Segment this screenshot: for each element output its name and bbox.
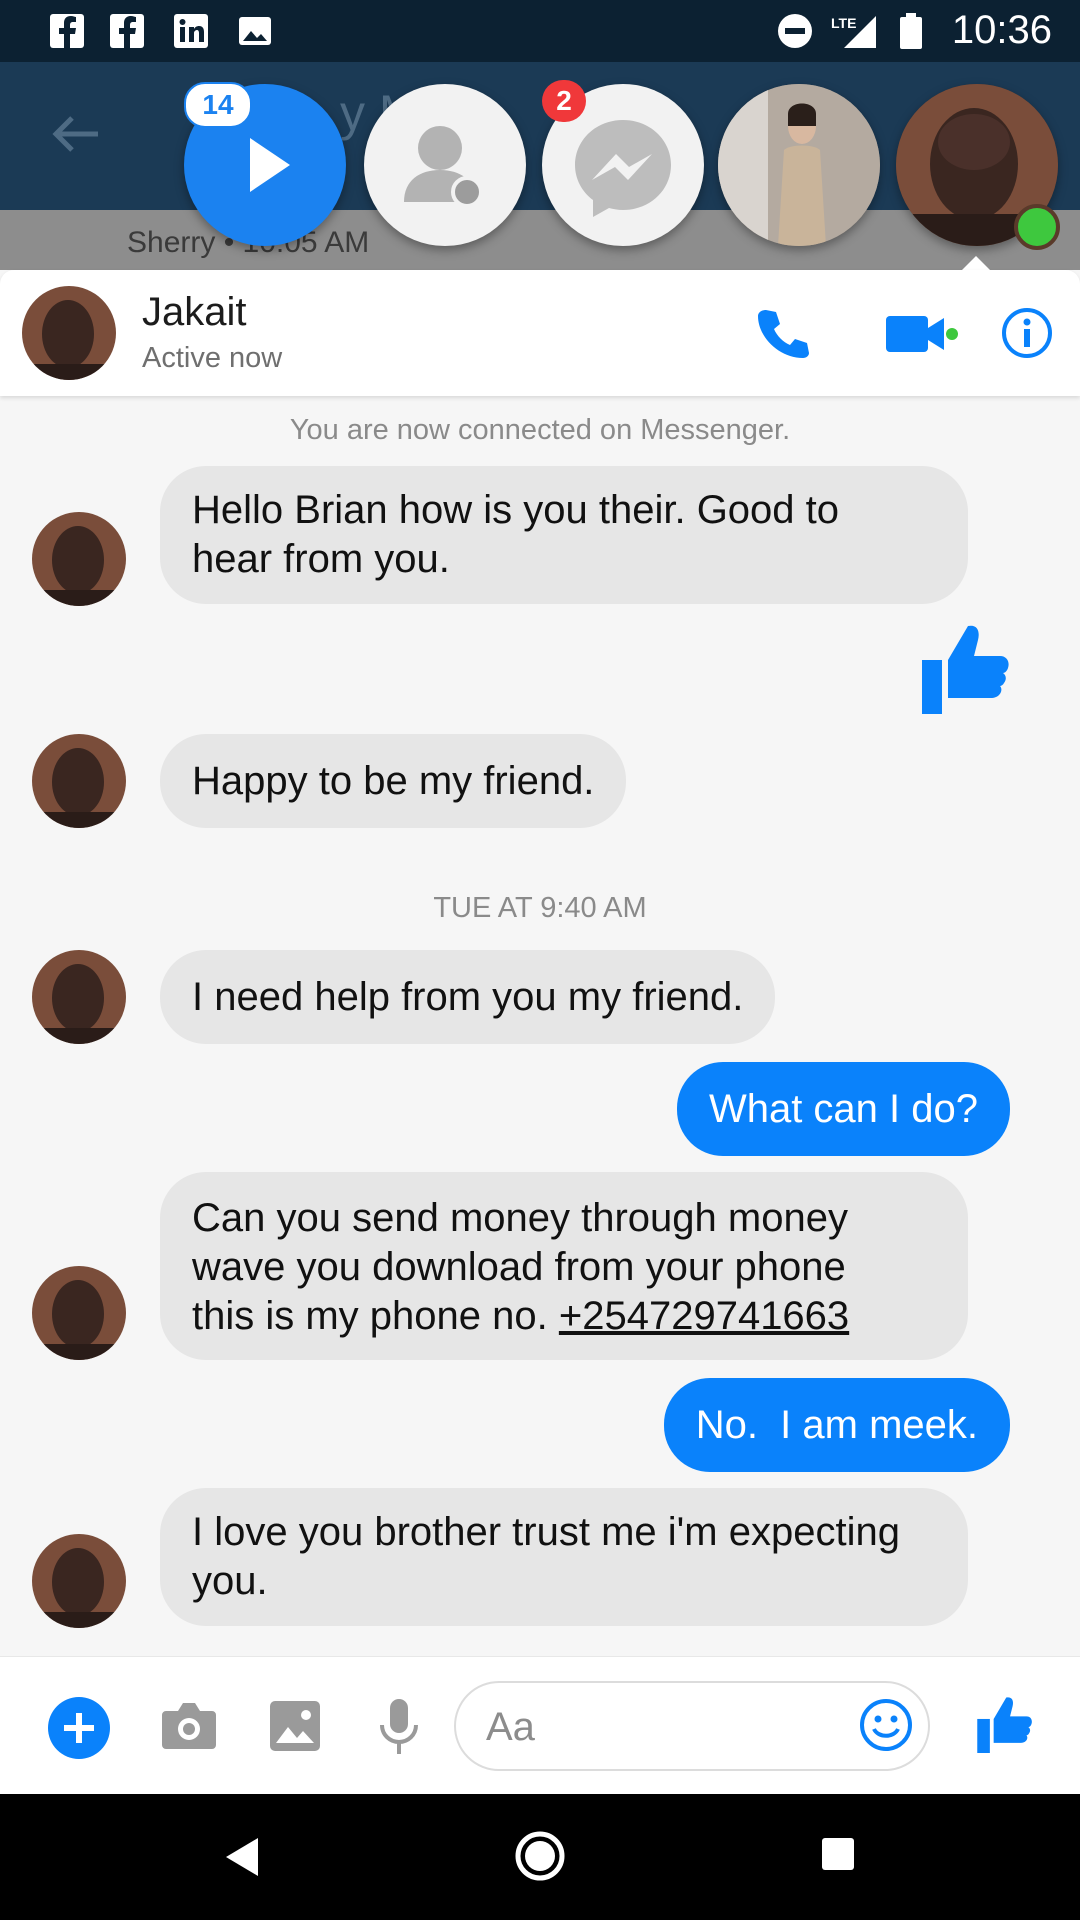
timestamp: TUE AT 9:40 AM	[433, 892, 647, 924]
facebook-notification-icon	[50, 14, 84, 48]
message-line: hear from you.	[192, 537, 450, 581]
conversation-header: Jakait Active now	[0, 270, 1080, 396]
video-badge: 14	[184, 82, 252, 128]
emoji-icon[interactable]	[858, 1697, 914, 1753]
message-composer: Aa	[0, 1656, 1080, 1795]
message-line: Hello Brian how is you their. Good to	[192, 488, 840, 532]
contact-status: Active now	[142, 342, 283, 374]
incoming-message[interactable]: Happy to be my friend.	[160, 734, 627, 828]
sender-avatar[interactable]	[32, 1534, 126, 1628]
camera-icon[interactable]	[160, 1699, 218, 1753]
svg-text:LTE: LTE	[831, 15, 856, 31]
message-line: this is my phone no. +254729741663	[192, 1294, 850, 1338]
incoming-message[interactable]: Hello Brian how is you their. Good to he…	[160, 466, 968, 604]
message-input[interactable]: Aa	[454, 1681, 930, 1771]
back-nav-icon[interactable]	[222, 1836, 262, 1878]
like-button-icon[interactable]	[976, 1693, 1034, 1755]
sender-avatar[interactable]	[32, 950, 126, 1044]
sender-avatar[interactable]	[32, 734, 126, 828]
outgoing-message[interactable]: What can I do?	[676, 1062, 1010, 1156]
video-call-icon[interactable]	[884, 310, 960, 360]
incoming-message[interactable]: I need help from you my friend.	[160, 950, 776, 1044]
incoming-message[interactable]: Can you send money through money wave yo…	[160, 1172, 968, 1360]
message-placeholder: Aa	[486, 1705, 535, 1749]
connected-notice: You are now connected on Messenger.	[289, 414, 791, 446]
online-indicator	[1014, 204, 1060, 250]
message-line: Can you send money through money	[192, 1196, 848, 1240]
contact-name[interactable]: Jakait	[142, 290, 247, 335]
signal-icon: LTE	[831, 15, 876, 48]
message-line: I love you brother trust me i'm expectin…	[192, 1510, 900, 1554]
like-thumb-icon[interactable]	[920, 620, 1012, 716]
contact-avatar[interactable]	[22, 286, 116, 380]
home-nav-icon[interactable]	[514, 1830, 566, 1882]
linkedin-notification-icon	[174, 14, 208, 48]
image-notification-icon	[239, 17, 271, 45]
sender-avatar[interactable]	[32, 512, 126, 606]
messenger-badge: 2	[542, 80, 586, 122]
gallery-icon[interactable]	[268, 1699, 322, 1753]
contacts-chat-head[interactable]	[364, 84, 526, 246]
woman-chat-head[interactable]	[718, 84, 880, 246]
sender-avatar[interactable]	[32, 1266, 126, 1360]
clock: 10:36	[951, 8, 1052, 52]
plus-icon[interactable]	[48, 1697, 110, 1759]
microphone-icon[interactable]	[378, 1697, 420, 1757]
do-not-disturb-icon	[778, 14, 812, 48]
info-icon[interactable]	[1000, 306, 1054, 360]
incoming-message[interactable]: I love you brother trust me i'm expectin…	[160, 1488, 968, 1626]
message-line: you.	[192, 1559, 268, 1603]
profile-photo	[718, 84, 880, 246]
recents-nav-icon[interactable]	[820, 1836, 856, 1872]
message-line: wave you download from your phone	[192, 1245, 846, 1289]
status-bar: LTE 10:36	[0, 0, 1080, 62]
phone-call-icon[interactable]	[754, 306, 810, 362]
phone-number-link[interactable]: +254729741663	[559, 1294, 849, 1338]
back-arrow-icon	[52, 116, 98, 152]
facebook-notification-icon	[110, 14, 144, 48]
outgoing-message[interactable]: No. I am meek.	[663, 1378, 1010, 1472]
person-icon	[404, 126, 483, 208]
battery-icon	[900, 13, 922, 49]
navigation-bar	[0, 1794, 1080, 1920]
